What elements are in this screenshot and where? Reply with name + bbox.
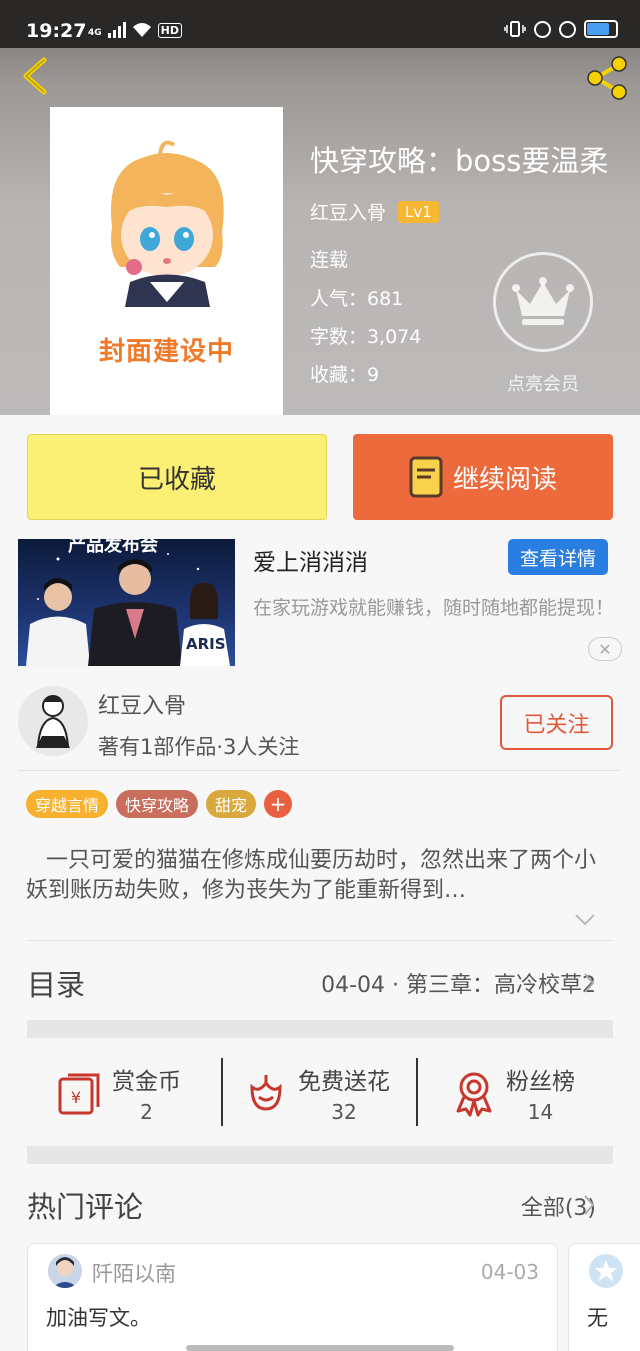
collected-button[interactable]: 已收藏 <box>27 434 327 520</box>
free-flower-button[interactable]: 免费送花 32 <box>242 1058 390 1128</box>
medal-icon <box>456 1072 492 1117</box>
reward-coin-icon: ¥ <box>58 1073 100 1115</box>
book-status: 连载 <box>310 249 349 271</box>
divider <box>18 770 620 771</box>
ad-image[interactable]: 产品发布会 ARIS <box>18 539 235 666</box>
ad-title[interactable]: 爱上消消消 <box>253 543 368 577</box>
close-icon: ✕ <box>598 639 612 659</box>
status-bar: 19:27 4G HD <box>0 0 640 48</box>
ad-image-text: ARIS <box>186 635 226 653</box>
hd-icon: HD <box>157 23 182 38</box>
comment-text: 加油写文。 <box>46 1306 151 1330</box>
continue-reading-label: 继续阅读 <box>452 464 557 495</box>
section-separator <box>27 1020 613 1038</box>
divider <box>221 1058 223 1126</box>
comment-card[interactable]: 阡陌以南 04-03 加油写文。 <box>27 1243 558 1351</box>
book-word-count: 字数：3,074 <box>310 326 422 348</box>
comment-text: 无 <box>587 1306 608 1330</box>
book-cover[interactable]: 封面建设中 <box>50 107 283 415</box>
lock-rotation-icon <box>534 20 551 38</box>
comment-username[interactable]: 阡陌以南 <box>92 1258 176 1288</box>
commenter-avatar-illustration <box>48 1254 82 1288</box>
cover-character-illustration <box>110 140 224 307</box>
genre-tags: 穿越言情 快穿攻略 甜宠 + <box>26 790 293 818</box>
avatar[interactable] <box>589 1254 623 1288</box>
synopsis-text: 一只可爱的猫猫在修炼成仙要历劫时，忽然出来了两个小妖到账历劫失败，修为丧失为了能… <box>26 848 597 903</box>
signal-icon <box>107 22 126 38</box>
chevron-right-icon[interactable] <box>582 1194 596 1216</box>
latest-chapter-link[interactable]: 04-04 · 第三章：高冷校草2 <box>321 967 596 999</box>
author-stats: 著有1部作品·3人关注 <box>98 735 300 759</box>
svg-text:¥: ¥ <box>71 1088 81 1107</box>
comment-date: 04-03 <box>480 1260 539 1284</box>
status-right-icons <box>504 20 618 38</box>
ad-close-button[interactable]: ✕ <box>588 637 622 661</box>
hot-comments-label: 热门评论 <box>27 1190 144 1224</box>
continue-reading-button[interactable]: 继续阅读 <box>353 434 613 520</box>
stat-value: 32 <box>331 1100 357 1124</box>
author-avatar[interactable] <box>18 686 88 756</box>
book-icon <box>409 456 443 498</box>
battery-icon <box>584 20 618 38</box>
author-level-badge: Lv1 <box>398 200 439 223</box>
collected-label: 已收藏 <box>137 464 216 495</box>
tag-item[interactable]: 快穿攻略 <box>116 790 199 818</box>
book-header: 19:27 4G HD 封面建设中 快穿攻略：boss要温柔 红豆入骨 Lv1 … <box>0 0 640 415</box>
flower-icon <box>250 1075 282 1111</box>
reward-coin-button[interactable]: ¥ 赏金币 2 <box>56 1058 181 1128</box>
divider <box>27 940 613 941</box>
divider <box>416 1058 418 1126</box>
chevron-right-icon[interactable] <box>582 972 596 994</box>
stat-value: 2 <box>140 1100 153 1124</box>
comment-card[interactable]: 无 <box>568 1243 640 1351</box>
alarm-icon <box>559 20 576 38</box>
book-favorites: 收藏：9 <box>310 364 380 386</box>
follow-button[interactable]: 已关注 <box>500 695 613 750</box>
author-avatar-illustration <box>36 695 70 748</box>
stat-label: 赏金币 <box>112 1069 181 1095</box>
stat-label: 免费送花 <box>298 1069 390 1095</box>
vip-label: 点亮会员 <box>507 374 579 395</box>
vip-crown-badge <box>493 252 593 352</box>
synopsis[interactable]: 一只可爱的猫猫在修炼成仙要历劫时，忽然出来了两个小妖到账历劫失败，修为丧失为了能… <box>26 846 616 906</box>
back-button[interactable] <box>14 54 58 98</box>
share-button[interactable] <box>582 54 630 102</box>
chevron-down-icon[interactable] <box>573 912 597 928</box>
add-tag-button[interactable]: + <box>264 790 293 818</box>
stat-label: 粉丝榜 <box>506 1069 575 1095</box>
section-separator <box>27 1146 613 1164</box>
status-time: 19:27 <box>26 20 87 42</box>
author-name[interactable]: 红豆入骨 <box>98 688 186 720</box>
stat-value: 14 <box>527 1100 554 1124</box>
author-line: 红豆入骨 Lv1 <box>310 198 439 225</box>
tag-item[interactable]: 穿越言情 <box>26 790 109 818</box>
home-indicator[interactable] <box>186 1345 454 1351</box>
book-author[interactable]: 红豆入骨 <box>310 198 386 225</box>
star-icon <box>595 1260 617 1281</box>
fan-ranking-text: 粉丝榜 14 <box>506 1062 575 1124</box>
book-title: 快穿攻略：boss要温柔 <box>310 144 609 178</box>
network-type-icon: 4G <box>88 28 102 38</box>
avatar[interactable] <box>48 1254 82 1288</box>
ad-description: 在家玩游戏就能赚钱，随时随地都能提现！ <box>253 597 615 619</box>
vip-membership-button[interactable]: 点亮会员 <box>493 252 593 395</box>
fan-ranking-button[interactable]: 粉丝榜 14 <box>450 1058 575 1128</box>
wifi-icon <box>132 23 151 37</box>
status-left-icons: 4G HD <box>88 22 182 38</box>
cover-placeholder-text: 封面建设中 <box>98 337 234 367</box>
book-popularity: 人气：681 <box>310 288 404 310</box>
tag-item[interactable]: 甜宠 <box>206 790 257 818</box>
catalog-label[interactable]: 目录 <box>27 962 85 1004</box>
reward-coin-text: 赏金币 2 <box>112 1062 181 1124</box>
free-flower-text: 免费送花 32 <box>298 1062 390 1124</box>
vibrate-icon <box>504 21 526 37</box>
ad-detail-button[interactable]: 查看详情 <box>508 539 608 575</box>
crown-icon <box>512 277 574 325</box>
